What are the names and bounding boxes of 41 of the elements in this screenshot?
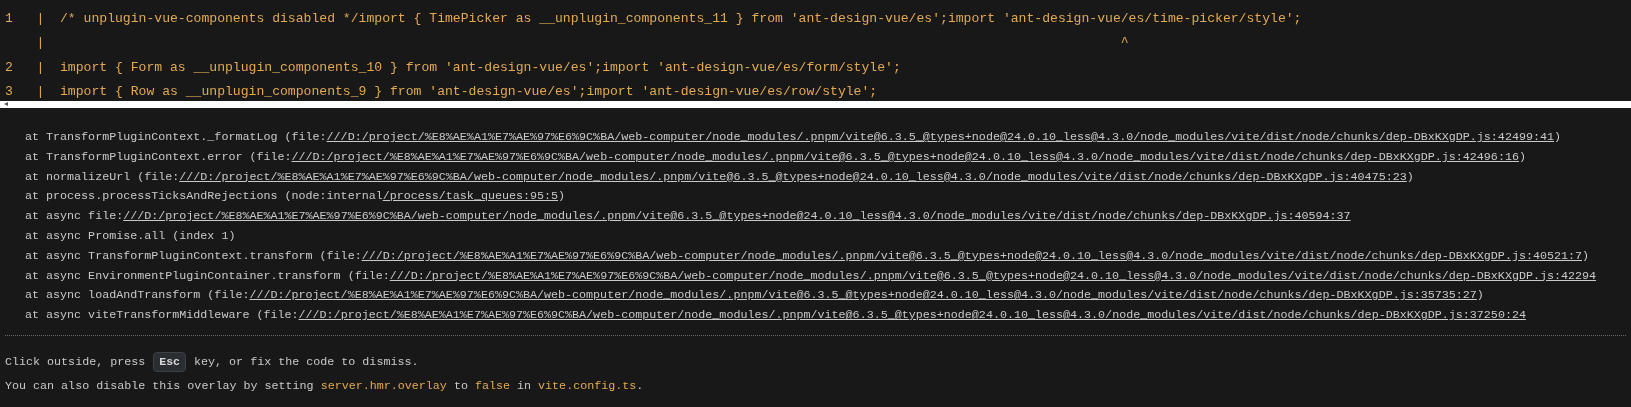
stack-frame: at process.processTicksAndRejections (node:internal/process/task_queues:95:5) <box>25 187 1631 208</box>
file-link[interactable]: ///D:/project/%E8%AE%A1%E7%AE%97%E6%9C%BA/web-computer/node_modules/.pnpm/vite@6.3.5_@types+node@24.0.10_less@4.3.0/node_modules/vite/dist/node/chunks/dep-DBxKXgDP.js:42294 <box>389 268 1597 283</box>
tip-text: to <box>452 377 469 395</box>
stack-frame: at async Promise.all (index 1) <box>25 227 1631 247</box>
stack-frame: at async viteTransformMiddleware (file:///D:/project/%E8%AE%A1%E7%AE%97%E6%9C%BA/web-computer/node_modules/.pnpm/vite@6.3.5_@types+node@24.0.10_less@4.3.0/node_modules/vite/dist/node/chunks/dep-DBxKXgDP.js:37250:24 <box>25 306 1631 326</box>
file-link[interactable]: ///D:/project/%E8%AE%A1%E7%AE%97%E6%9C%BA/web-computer/node_modules/.pnpm/vite@6.3.5_@types+node@24.0.10_less@4.3.0/node_modules/vite/dist/node/chunks/dep-DBxKXgDP.js:42496:16 <box>291 149 1519 164</box>
key-label: Esc <box>153 351 186 372</box>
stack-frame: at normalizeUrl (file:///D:/project/%E8%AE%A1%E7%AE%97%E6%9C%BA/web-computer/node_modules/.pnpm/vite@6.3.5_@types+node@24.0.10_less@4.3.0/node_modules/vite/dist/node/chunks/dep-DBxKXgDP.js:40475:23) <box>25 167 1631 188</box>
code-text: server.hmr.overlay <box>320 377 447 395</box>
gutter-separator: | <box>36 34 46 53</box>
stack-frame: at async TransformPluginContext.transform (file:///D:/project/%E8%AE%A1%E7%AE%97%E6%9C%BA/web-computer/node_modules/.pnpm/vite@6.3.5_@types+node@24.0.10_less@4.3.0/node_modules/vite/dist/node/chunks/dep-DBxKXgDP.js:40521:7) <box>25 246 1631 267</box>
code-line: ^ <box>1119 34 1129 53</box>
stack-frame: at async file:///D:/project/%E8%AE%A1%E7%AE%97%E6%9C%BA/web-computer/node_modules/.pnpm/vite@6.3.5_@types+node@24.0.10_less@4.3.0/node_modules/vite/dist/node/chunks/dep-DBxKXgDP.js:40594:37 <box>25 207 1631 227</box>
tip-text: You can also disable this overlay by setting <box>5 377 315 395</box>
file-link[interactable]: ///D:/project/%E8%AE%A1%E7%AE%97%E6%9C%BA/web-computer/node_modules/.pnpm/vite@6.3.5_@types+node@24.0.10_less@4.3.0/node_modules/vite/dist/node/chunks/dep-DBxKXgDP.js:35735:27 <box>249 288 1477 303</box>
gutter-separator: | <box>36 58 46 77</box>
line-number: 3 <box>5 82 14 101</box>
stack-frame: at TransformPluginContext._formatLog (file:///D:/project/%E8%AE%A1%E7%AE%97%E6%9C%BA/web-computer/node_modules/.pnpm/vite@6.3.5_@types+node@24.0.10_less@4.3.0/node_modules/vite/dist/node/chunks/dep-DBxKXgDP.js:42499:41) <box>25 128 1631 148</box>
gutter-separator: | <box>36 10 46 28</box>
stack-frame: at async EnvironmentPluginContainer.transform (file:///D:/project/%E8%AE%A1%E7%AE%97%E6%9C%BA/web-computer/node_modules/.pnpm/vite@6.3.5_@types+node@24.0.10_less@4.3.0/node_modules/vite/dist/node/chunks/dep-DBxKXgDP.js:42294 <box>25 266 1631 287</box>
file-link[interactable]: ///D:/project/%E8%AE%A1%E7%AE%97%E6%9C%BA/web-computer/node_modules/.pnpm/vite@6.3.5_@types+node@24.0.10_less@4.3.0/node_modules/vite/dist/node/chunks/dep-DBxKXgDP.js:37250:24 <box>298 308 1526 323</box>
line-number: 2 <box>5 58 14 77</box>
code-text: vite.config.ts <box>538 377 637 395</box>
stack-frame: at TransformPluginContext.error (file:///D:/project/%E8%AE%A1%E7%AE%97%E6%9C%BA/web-computer/node_modules/.pnpm/vite@6.3.5_@types+node@24.0.10_less@4.3.0/node_modules/vite/dist/node/chunks/dep-DBxKXgDP.js:42496:16) <box>25 147 1631 168</box>
file-link[interactable]: ///D:/project/%E8%AE%A1%E7%AE%97%E6%9C%BA/web-computer/node_modules/.pnpm/vite@6.3.5_@types+node@24.0.10_less@4.3.0/node_modules/vite/dist/node/chunks/dep-DBxKXgDP.js:40594:37 <box>123 209 1351 224</box>
file-link[interactable]: /process/task_queues:95:5 <box>382 189 559 204</box>
gutter-separator: | <box>36 82 46 101</box>
tip-text: . <box>636 377 644 395</box>
stack-frame: at async loadAndTransform (file:///D:/project/%E8%AE%A1%E7%AE%97%E6%9C%BA/web-computer/node_modules/.pnpm/vite@6.3.5_@types+node@24.0.10_less@4.3.0/node_modules/vite/dist/node/chunks/dep-DBxKXgDP.js:35735:27) <box>25 286 1631 307</box>
horizontal-scrollbar[interactable] <box>0 101 1631 108</box>
code-line: import { Form as __unplugin_components_10 } from 'ant-design-vue/es';import 'ant-design-vue/es/form/style'; <box>60 58 901 77</box>
file-link[interactable]: ///D:/project/%E8%AE%A1%E7%AE%97%E6%9C%BA/web-computer/node_modules/.pnpm/vite@6.3.5_@types+node@24.0.10_less@4.3.0/node_modules/vite/dist/node/chunks/dep-DBxKXgDP.js:42499:41 <box>326 130 1554 144</box>
code-line: import { Row as __unplugin_components_9 } from 'ant-design-vue/es';import 'ant-design-vue/es/row/style'; <box>60 82 878 101</box>
tip-text: key, or fix the code to dismiss. <box>193 353 419 371</box>
tip-text: in <box>516 377 533 395</box>
code-text: false <box>474 377 510 395</box>
line-number: 1 <box>5 10 14 28</box>
tip-text: Click outside, press <box>5 353 147 371</box>
code-line: /* unplugin-vue-components disabled */import { TimePicker as __unplugin_components_11 } from 'ant-design-vue/es';import 'ant-design-vue/es/time-picker/style'; <box>60 10 1302 28</box>
file-link[interactable]: ///D:/project/%E8%AE%A1%E7%AE%97%E6%9C%BA/web-computer/node_modules/.pnpm/vite@6.3.5_@types+node@24.0.10_less@4.3.0/node_modules/vite/dist/node/chunks/dep-DBxKXgDP.js:40475:23 <box>179 169 1407 184</box>
file-link[interactable]: ///D:/project/%E8%AE%A1%E7%AE%97%E6%9C%BA/web-computer/node_modules/.pnpm/vite@6.3.5_@types+node@24.0.10_less@4.3.0/node_modules/vite/dist/node/chunks/dep-DBxKXgDP.js:40521:7 <box>361 248 1583 263</box>
